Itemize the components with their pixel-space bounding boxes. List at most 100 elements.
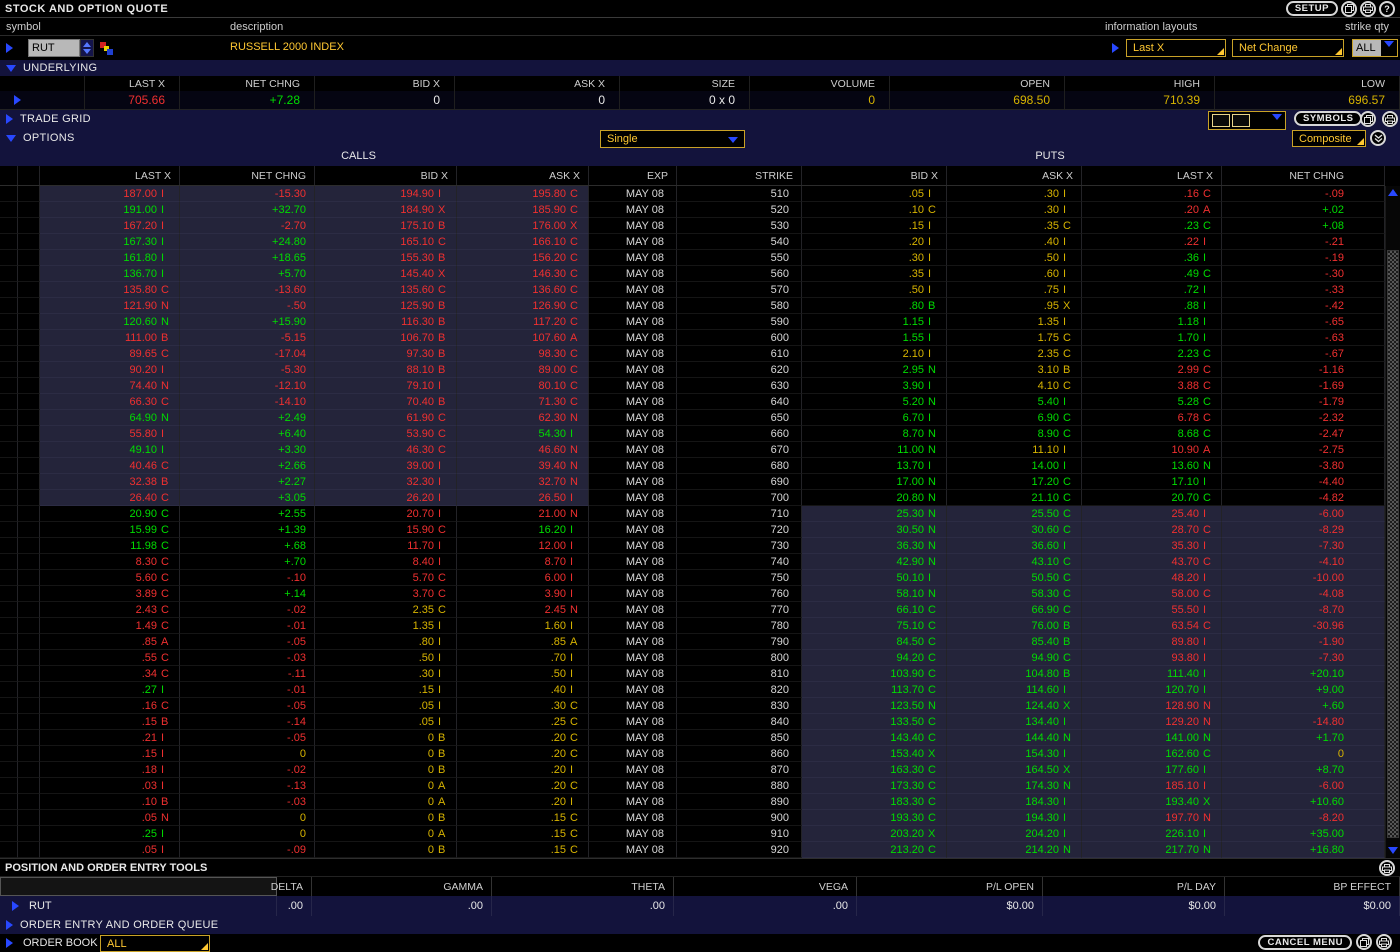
call-last-cell[interactable]: .05N — [40, 810, 180, 826]
put-ask-cell[interactable]: 154.30I — [947, 746, 1082, 762]
put-ask-cell[interactable]: .50I — [947, 250, 1082, 266]
exp-cell[interactable]: MAY 08 — [589, 602, 677, 618]
symbol-input[interactable] — [28, 39, 80, 57]
call-bid-cell[interactable]: .15I — [315, 682, 457, 698]
exp-cell[interactable]: MAY 08 — [589, 826, 677, 842]
put-netchng-cell[interactable]: -.42 — [1222, 298, 1385, 314]
setup-button[interactable]: SETUP — [1286, 1, 1338, 16]
call-last-cell[interactable]: .34C — [40, 666, 180, 682]
put-netchng-cell[interactable]: -.33 — [1222, 282, 1385, 298]
put-last-cell[interactable]: 177.60I — [1082, 762, 1222, 778]
put-ask-cell[interactable]: 184.30I — [947, 794, 1082, 810]
call-netchng-cell[interactable]: -14.10 — [180, 394, 315, 410]
call-netchng-cell[interactable]: -.01 — [180, 682, 315, 698]
call-bid-cell[interactable]: 79.10I — [315, 378, 457, 394]
call-ask-cell[interactable]: 146.30C — [457, 266, 589, 282]
strike-cell[interactable]: 680 — [677, 458, 802, 474]
put-last-cell[interactable]: 63.54C — [1082, 618, 1222, 634]
call-ask-cell[interactable]: 156.20C — [457, 250, 589, 266]
call-ask-cell[interactable]: 1.60I — [457, 618, 589, 634]
call-netchng-cell[interactable]: +.68 — [180, 538, 315, 554]
strike-cell[interactable]: 790 — [677, 634, 802, 650]
call-last-cell[interactable]: .05I — [40, 842, 180, 858]
put-netchng-cell[interactable]: -.63 — [1222, 330, 1385, 346]
put-ask-cell[interactable]: 8.90C — [947, 426, 1082, 442]
put-last-cell[interactable]: 1.18I — [1082, 314, 1222, 330]
call-bid-cell[interactable]: 135.60C — [315, 282, 457, 298]
call-netchng-cell[interactable]: +2.49 — [180, 410, 315, 426]
put-netchng-cell[interactable]: 0 — [1222, 746, 1385, 762]
cancel-menu-button[interactable]: CANCEL MENU — [1258, 935, 1352, 950]
put-ask-cell[interactable]: 43.10C — [947, 554, 1082, 570]
call-bid-cell[interactable]: 39.00I — [315, 458, 457, 474]
call-netchng-cell[interactable]: -.14 — [180, 714, 315, 730]
call-netchng-cell[interactable]: -5.30 — [180, 362, 315, 378]
strike-cell[interactable]: 700 — [677, 490, 802, 506]
put-last-cell[interactable]: 10.90A — [1082, 442, 1222, 458]
call-netchng-cell[interactable]: -2.70 — [180, 218, 315, 234]
strike-cell[interactable]: 540 — [677, 234, 802, 250]
strike-cell[interactable]: 560 — [677, 266, 802, 282]
put-ask-cell[interactable]: 17.20C — [947, 474, 1082, 490]
put-netchng-cell[interactable]: -2.75 — [1222, 442, 1385, 458]
strike-cell[interactable]: 690 — [677, 474, 802, 490]
vertical-scrollbar[interactable] — [1385, 186, 1400, 858]
put-last-cell[interactable]: .20A — [1082, 202, 1222, 218]
put-bid-cell[interactable]: .80B — [802, 298, 947, 314]
put-bid-cell[interactable]: 17.00N — [802, 474, 947, 490]
put-bid-cell[interactable]: 66.10C — [802, 602, 947, 618]
call-ask-cell[interactable]: 89.00C — [457, 362, 589, 378]
call-bid-cell[interactable]: 165.10C — [315, 234, 457, 250]
put-netchng-cell[interactable]: +16.80 — [1222, 842, 1385, 858]
call-bid-cell[interactable]: 88.10B — [315, 362, 457, 378]
call-netchng-cell[interactable]: -.11 — [180, 666, 315, 682]
call-ask-cell[interactable]: .20C — [457, 746, 589, 762]
put-last-cell[interactable]: .88I — [1082, 298, 1222, 314]
put-bid-cell[interactable]: 58.10N — [802, 586, 947, 602]
strike-cell[interactable]: 890 — [677, 794, 802, 810]
call-netchng-cell[interactable]: -.09 — [180, 842, 315, 858]
call-bid-cell[interactable]: 15.90C — [315, 522, 457, 538]
put-netchng-cell[interactable]: -.65 — [1222, 314, 1385, 330]
exp-cell[interactable]: MAY 08 — [589, 186, 677, 202]
put-last-cell[interactable]: 89.80I — [1082, 634, 1222, 650]
put-bid-cell[interactable]: 2.95N — [802, 362, 947, 378]
put-netchng-cell[interactable]: +9.00 — [1222, 682, 1385, 698]
call-last-cell[interactable]: 89.65C — [40, 346, 180, 362]
linked-squares-icon[interactable] — [100, 42, 113, 55]
call-bid-cell[interactable]: 125.90B — [315, 298, 457, 314]
put-bid-cell[interactable]: .50I — [802, 282, 947, 298]
exp-cell[interactable]: MAY 08 — [589, 378, 677, 394]
call-ask-cell[interactable]: 16.20I — [457, 522, 589, 538]
exp-cell[interactable]: MAY 08 — [589, 762, 677, 778]
put-last-cell[interactable]: 8.68C — [1082, 426, 1222, 442]
help-icon[interactable]: ? — [1379, 1, 1395, 17]
call-ask-cell[interactable]: .70I — [457, 650, 589, 666]
exp-cell[interactable]: MAY 08 — [589, 362, 677, 378]
call-ask-cell[interactable]: .20C — [457, 730, 589, 746]
put-netchng-cell[interactable]: +10.60 — [1222, 794, 1385, 810]
exp-cell[interactable]: MAY 08 — [589, 250, 677, 266]
symbol-expand-arrow-icon[interactable] — [6, 43, 13, 53]
put-ask-cell[interactable]: 1.75C — [947, 330, 1082, 346]
strike-cell[interactable]: 520 — [677, 202, 802, 218]
call-last-cell[interactable]: .21I — [40, 730, 180, 746]
call-ask-cell[interactable]: .20C — [457, 778, 589, 794]
call-netchng-cell[interactable]: +3.30 — [180, 442, 315, 458]
strike-cell[interactable]: 580 — [677, 298, 802, 314]
exp-cell[interactable]: MAY 08 — [589, 682, 677, 698]
put-bid-cell[interactable]: .20I — [802, 234, 947, 250]
put-bid-cell[interactable]: 103.90C — [802, 666, 947, 682]
exp-cell[interactable]: MAY 08 — [589, 746, 677, 762]
put-netchng-cell[interactable]: -30.96 — [1222, 618, 1385, 634]
put-last-cell[interactable]: 217.70N — [1082, 842, 1222, 858]
put-bid-cell[interactable]: 123.50N — [802, 698, 947, 714]
call-bid-cell[interactable]: 0B — [315, 730, 457, 746]
put-ask-cell[interactable]: 14.00I — [947, 458, 1082, 474]
put-last-cell[interactable]: .16C — [1082, 186, 1222, 202]
call-ask-cell[interactable]: 195.80C — [457, 186, 589, 202]
put-ask-cell[interactable]: 104.80B — [947, 666, 1082, 682]
call-netchng-cell[interactable]: +2.55 — [180, 506, 315, 522]
strike-cell[interactable]: 530 — [677, 218, 802, 234]
call-last-cell[interactable]: 90.20I — [40, 362, 180, 378]
